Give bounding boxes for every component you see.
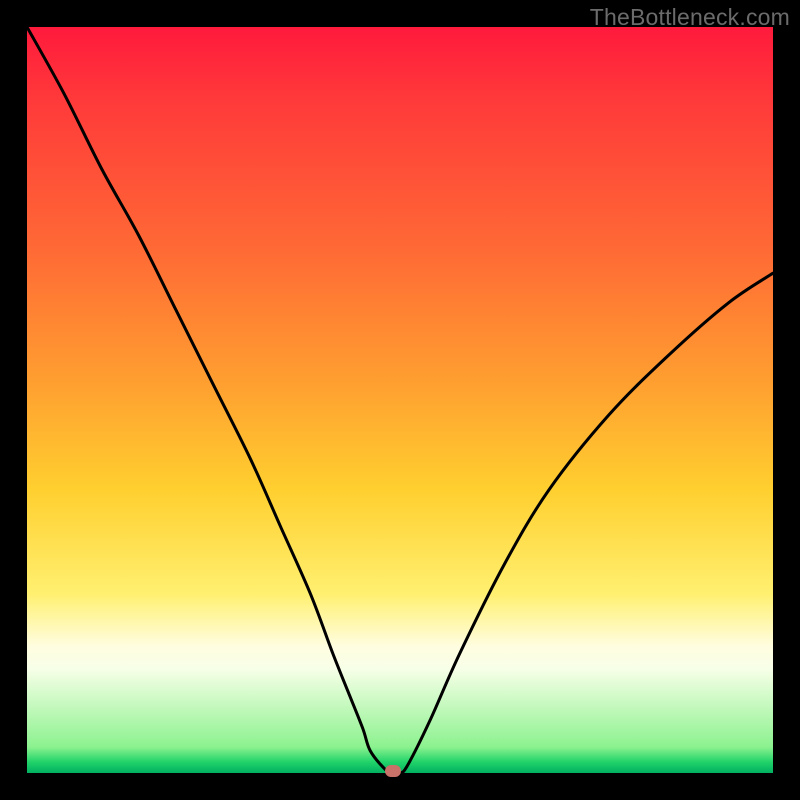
optimal-point-marker: [385, 765, 401, 777]
chart-frame: TheBottleneck.com: [0, 0, 800, 800]
bottleneck-curve-path: [27, 27, 773, 774]
curve-svg: [27, 27, 773, 773]
plot-area: [27, 27, 773, 773]
